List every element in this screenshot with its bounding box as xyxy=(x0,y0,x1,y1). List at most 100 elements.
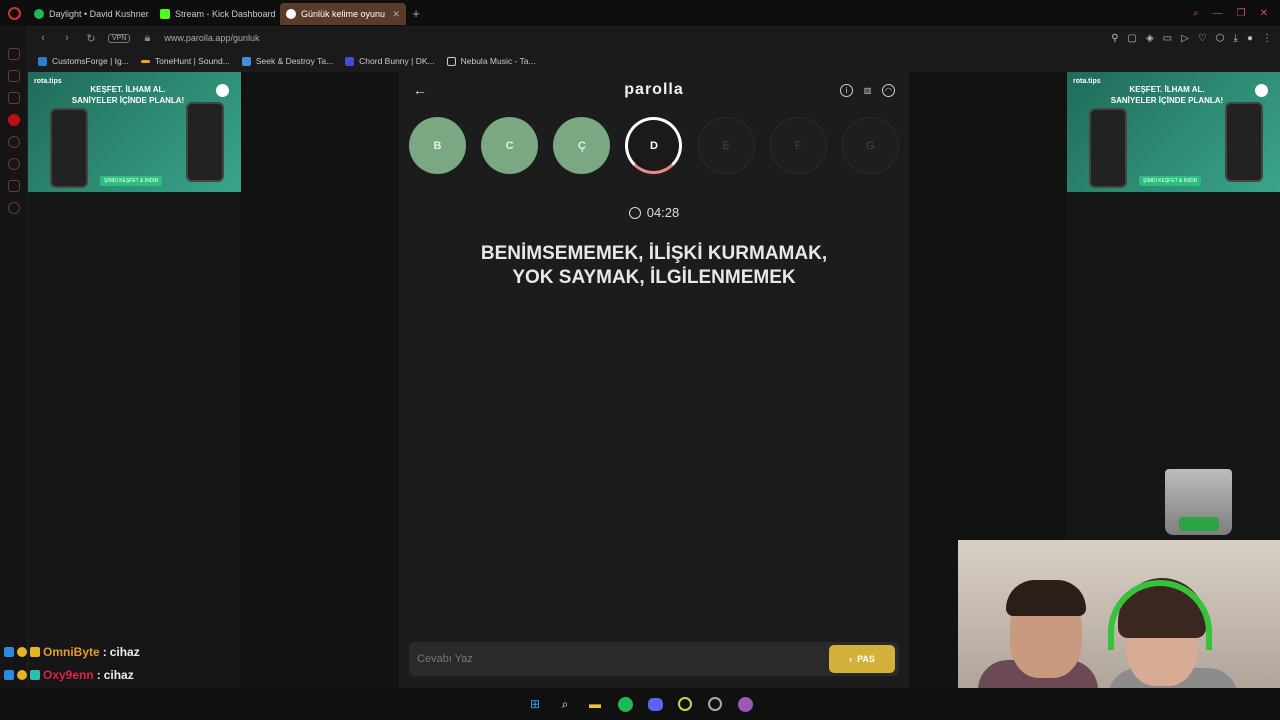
letter-circle: Ç xyxy=(553,117,611,174)
badge-icon xyxy=(4,670,14,680)
taskbar: ⊞ ⌕ ▬ xyxy=(0,688,1280,720)
back-arrow-icon[interactable]: ← xyxy=(413,82,427,98)
messenger-icon[interactable] xyxy=(7,92,20,104)
game-header: ← parolla i ▥ ◠ xyxy=(399,72,909,108)
discord-icon[interactable] xyxy=(646,695,664,713)
clue-line: YOK SAYMAK, İLGİLENMEMEK xyxy=(512,267,796,288)
heart-icon[interactable]: ♡ xyxy=(1198,33,1207,44)
reload-icon[interactable]: ↻ xyxy=(84,32,98,45)
workspace-icon[interactable] xyxy=(7,48,20,60)
hair-image xyxy=(1006,580,1086,616)
window-controls: ⌕ — ❐ ✕ xyxy=(1193,8,1280,19)
opera-gx-icon[interactable] xyxy=(676,695,694,713)
bookmark-favicon-icon xyxy=(140,59,150,63)
bookmark-label: ToneHunt | Sound... xyxy=(154,56,230,66)
box-icon[interactable] xyxy=(7,180,20,192)
tab-kick[interactable]: Stream - Kick Dashboard xyxy=(154,3,280,25)
ad-dot-icon xyxy=(1255,84,1268,97)
forward-icon[interactable]: › xyxy=(60,32,74,44)
gems-image xyxy=(1179,517,1219,531)
record-icon[interactable] xyxy=(7,114,20,126)
settings-icon[interactable] xyxy=(7,202,20,214)
search-icon[interactable]: ⌕ xyxy=(556,695,574,713)
pass-button[interactable]: › PAS xyxy=(829,645,895,673)
browser-sidebar xyxy=(0,26,28,720)
streamlabs-icon[interactable] xyxy=(736,695,754,713)
letter-circle: G xyxy=(841,117,899,174)
obs-icon[interactable] xyxy=(706,695,724,713)
header-icons: i ▥ ◠ xyxy=(840,83,895,97)
opera-logo-icon[interactable] xyxy=(0,0,28,26)
extensions-icon[interactable]: ⬡ xyxy=(1216,33,1225,44)
left-ad-banner[interactable]: rota.tips KEŞFET. İLHAM AL. SANİYELER İÇİ… xyxy=(28,72,241,192)
chat-message: OmniByte : cihaz xyxy=(4,645,140,659)
bookmark-item[interactable]: CustomsForge | Ig... xyxy=(34,56,133,66)
badge-icon xyxy=(17,647,27,657)
back-icon[interactable]: ‹ xyxy=(36,32,50,44)
bookmark-label: CustomsForge | Ig... xyxy=(52,56,129,66)
right-ad-banner[interactable]: rota.tips KEŞFET. İLHAM AL. SANİYELER İÇİ… xyxy=(1067,72,1280,192)
profile-icon[interactable]: ● xyxy=(1247,33,1253,44)
letter-circle: F xyxy=(769,117,827,174)
ad-cta: ŞİMDİ KEŞFET & İNDİR xyxy=(1139,176,1202,186)
windows-start-icon[interactable]: ⊞ xyxy=(526,695,544,713)
bookmark-favicon-icon xyxy=(345,56,355,66)
clue-line: BENİMSEMEMEK, İLİŞKİ KURMAMAK, xyxy=(480,243,828,264)
folder-icon[interactable]: ▬ xyxy=(586,695,604,713)
chat-separator: : xyxy=(96,668,101,682)
bookmarks-bar: CustomsForge | Ig... ToneHunt | Sound...… xyxy=(28,50,1280,72)
phone-image xyxy=(50,108,88,188)
letter-circle: B xyxy=(409,117,466,174)
stats-icon[interactable]: ▥ xyxy=(861,84,874,97)
minimize-icon[interactable]: — xyxy=(1213,8,1223,19)
chat-message: Oxy9enn : cihaz xyxy=(4,668,134,682)
maximize-icon[interactable]: ❐ xyxy=(1237,8,1246,19)
answer-bar: › PAS xyxy=(409,642,899,676)
pin-icon[interactable]: ⚲ xyxy=(1111,33,1118,44)
workspace-icon[interactable] xyxy=(7,70,20,82)
snapshot-icon[interactable]: ▢ xyxy=(1128,33,1137,44)
bookmark-item[interactable]: Chord Bunny | DK... xyxy=(341,56,438,66)
phone-image xyxy=(1089,108,1127,188)
spotify-icon[interactable] xyxy=(616,695,634,713)
crown-icon xyxy=(30,647,40,657)
tab-parolla[interactable]: Günlük kelime oyunu ✕ xyxy=(280,3,406,25)
bookmark-favicon-icon xyxy=(241,56,251,66)
search-icon[interactable]: ⌕ xyxy=(1193,8,1199,19)
wallet-icon[interactable]: ▭ xyxy=(1163,33,1172,44)
user-icon[interactable]: ◠ xyxy=(882,83,895,97)
history-icon[interactable] xyxy=(7,158,20,170)
ad-cta: ŞİMDİ KEŞFET & İNDİR xyxy=(100,176,163,186)
close-window-icon[interactable]: ✕ xyxy=(1260,8,1268,19)
browser-tab-bar: Daylight • David Kushner Stream - Kick D… xyxy=(0,0,1280,26)
bookmark-item[interactable]: Seek & Destroy Ta... xyxy=(238,56,337,66)
page-title: parolla xyxy=(624,81,684,98)
download-icon[interactable]: ⤓ xyxy=(1234,33,1238,44)
spotify-icon xyxy=(34,9,44,19)
answer-input[interactable] xyxy=(417,642,817,676)
countdown-timer: 04:28 xyxy=(399,205,909,220)
new-tab-button[interactable]: + xyxy=(406,6,426,21)
bookmark-favicon-icon xyxy=(38,56,47,66)
vpn-badge[interactable]: VPN xyxy=(108,33,131,43)
menu-icon[interactable]: ⋮ xyxy=(1262,33,1272,44)
bookmark-label: Chord Bunny | DK... xyxy=(359,56,435,66)
kick-icon xyxy=(160,9,170,19)
ad-brand: rota.tips xyxy=(34,78,62,85)
info-icon[interactable]: i xyxy=(840,83,853,97)
bookmark-favicon-icon xyxy=(446,56,456,66)
clock-icon[interactable] xyxy=(7,136,20,148)
timer-value: 04:28 xyxy=(646,205,680,220)
tab-spotify[interactable]: Daylight • David Kushner xyxy=(28,3,154,25)
tab-label: Daylight • David Kushner xyxy=(49,9,149,19)
url-field[interactable]: www.parolla.app/gunluk xyxy=(164,33,259,43)
extension-icons: ⚲ ▢ ◈ ▭ ▷ ♡ ⬡ ⤓ ● ⋮ xyxy=(1111,33,1272,44)
play-icon[interactable]: ▷ xyxy=(1181,33,1189,44)
address-bar: ‹ › ↻ VPN 🔒︎ www.parolla.app/gunluk ⚲ ▢ … xyxy=(28,26,1280,50)
bookmark-item[interactable]: ToneHunt | Sound... xyxy=(137,56,234,66)
bookmark-item[interactable]: Nebula Music - Ta... xyxy=(443,56,540,66)
badge-icon xyxy=(4,647,14,657)
bookmark-label: Seek & Destroy Ta... xyxy=(255,56,334,66)
close-tab-icon[interactable]: ✕ xyxy=(392,9,400,20)
shield-icon[interactable]: ◈ xyxy=(1146,33,1154,44)
